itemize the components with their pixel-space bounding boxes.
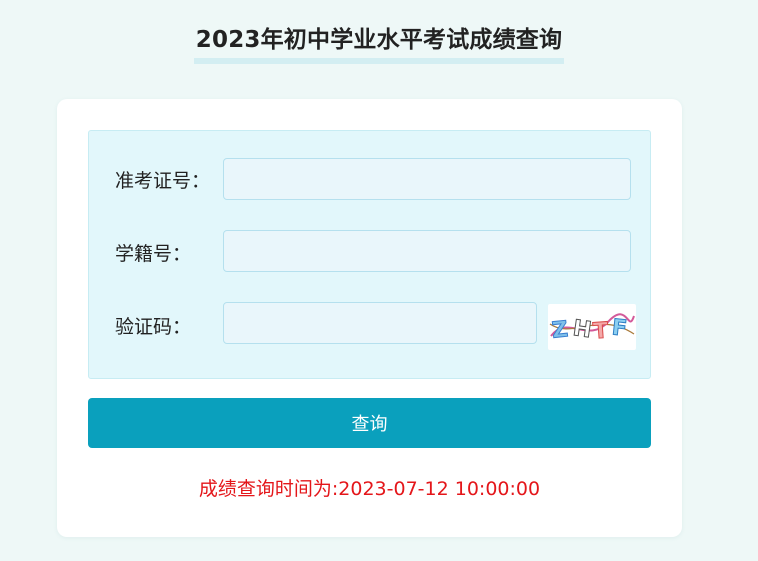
captcha-graphic: Z H T F — [549, 313, 635, 345]
exam-number-label: 准考证号： — [115, 170, 211, 192]
svg-text:Z: Z — [551, 317, 569, 344]
captcha-image[interactable]: Z H T F — [548, 304, 636, 350]
captcha-input[interactable] — [223, 302, 537, 344]
svg-text:H: H — [571, 316, 593, 343]
svg-text:F: F — [611, 315, 629, 341]
exam-number-input[interactable] — [223, 158, 631, 200]
page-title: 2023年初中学业水平考试成绩查询 — [193, 18, 565, 64]
query-button[interactable]: 查询 — [88, 398, 651, 448]
header: 2023年初中学业水平考试成绩查询 — [0, 18, 758, 64]
student-id-input[interactable] — [223, 230, 631, 272]
query-time-notice: 成绩查询时间为:2023-07-12 10:00:00 — [198, 478, 541, 500]
form-panel: 准考证号： 学籍号： 验证码： Z H T F — [88, 130, 651, 379]
svg-text:T: T — [592, 318, 609, 344]
captcha-label: 验证码： — [115, 316, 192, 338]
query-card: 准考证号： 学籍号： 验证码： Z H T F 查询 成绩查询时间为:2023-… — [57, 99, 682, 537]
student-id-label: 学籍号： — [115, 243, 192, 265]
